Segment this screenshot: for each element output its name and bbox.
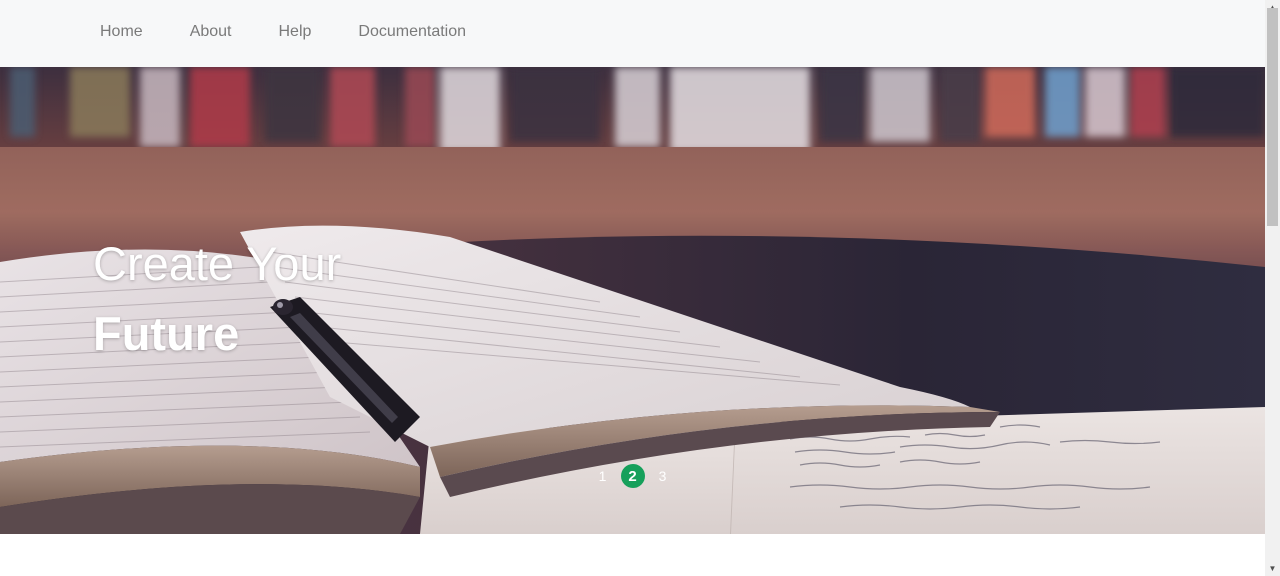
hero-title-line-2: Future: [93, 307, 240, 360]
slider-pagination: 1 2 3: [0, 464, 1265, 488]
nav-link-help[interactable]: Help: [279, 23, 312, 40]
vertical-scrollbar[interactable]: ▲ ▼: [1265, 0, 1280, 576]
hero-title-line-1: Create Your: [93, 237, 342, 290]
scrollbar-thumb[interactable]: [1267, 8, 1278, 226]
nav-list: Home About Help Documentation: [100, 0, 513, 63]
nav-link-home[interactable]: Home: [100, 23, 143, 40]
slide-2-button-active[interactable]: 2: [620, 464, 645, 488]
page: Home About Help Documentation Create You…: [0, 0, 1280, 576]
slide-3-button[interactable]: 3: [651, 464, 675, 488]
top-navbar: Home About Help Documentation: [0, 0, 1265, 67]
scroll-down-arrow-icon[interactable]: ▼: [1265, 561, 1280, 576]
nav-link-documentation[interactable]: Documentation: [358, 23, 466, 40]
nav-link-about[interactable]: About: [190, 23, 232, 40]
hero-title: Create Your Future: [93, 229, 341, 369]
slide-1-button[interactable]: 1: [591, 464, 615, 488]
hero-slider: Create Your Future 1 2 3: [0, 67, 1265, 534]
